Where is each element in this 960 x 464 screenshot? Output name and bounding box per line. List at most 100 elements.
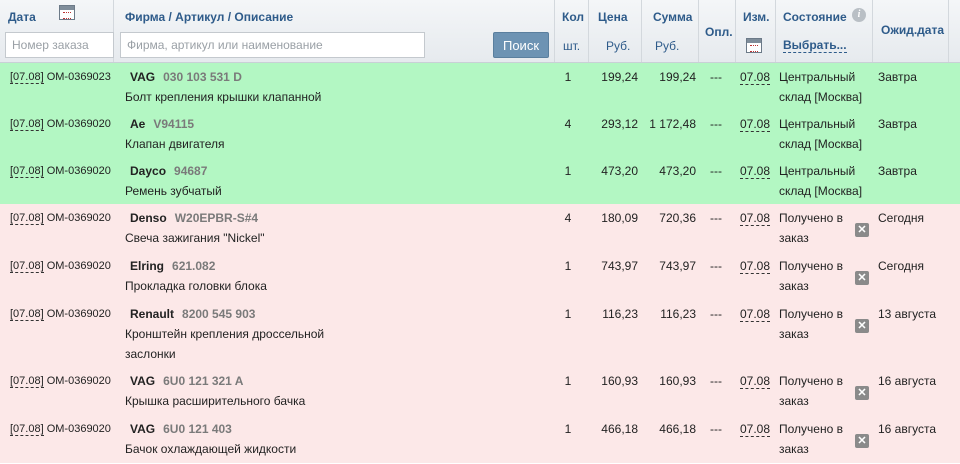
brand-name: Elring <box>130 259 165 273</box>
changed-date-link[interactable]: 07.08 <box>740 117 771 132</box>
state-header[interactable]: Состояние <box>783 10 847 24</box>
quantity: 1 <box>564 164 572 178</box>
expected-date: Завтра <box>878 70 917 84</box>
row-date-link[interactable]: [07.08] <box>10 118 44 131</box>
expected-header[interactable]: Ожид.дата <box>881 23 944 37</box>
article-number[interactable]: 6U0 121 403 <box>163 422 232 436</box>
item-description: Свеча зажигания "Nickel" <box>125 231 265 245</box>
state-line2: склад [Москва] <box>779 137 863 151</box>
orders-table-body: [07.08] OM-0369023 VAG 030 103 531 D Болт… <box>0 63 960 463</box>
article-number[interactable]: 621.082 <box>172 259 215 273</box>
row-date-link[interactable]: [07.08] <box>10 375 44 388</box>
state-line2: заказ <box>779 231 809 245</box>
sum: 116,23 <box>660 307 696 321</box>
row-date-link[interactable]: [07.08] <box>10 260 44 273</box>
quantity: 1 <box>564 70 572 84</box>
item-description: Болт крепления крышки клапанной <box>125 90 322 104</box>
sum: 199,24 <box>659 70 696 84</box>
changed-date-link[interactable]: 07.08 <box>740 164 771 179</box>
search-button[interactable]: Поиск <box>493 32 549 58</box>
row-date-link[interactable]: [07.08] <box>10 423 44 436</box>
article-number[interactable]: 6U0 121 321 A <box>163 374 243 388</box>
article-number[interactable]: 030 103 531 D <box>163 70 242 84</box>
sum-unit: Руб. <box>655 39 680 53</box>
brand-name: VAG <box>130 422 156 436</box>
sum: 743,97 <box>659 259 696 273</box>
sum: 466,18 <box>659 422 696 436</box>
calendar-icon[interactable] <box>746 38 762 53</box>
search-input[interactable] <box>120 32 425 58</box>
state-line2: заказ <box>779 394 809 408</box>
paid-status: --- <box>710 307 722 321</box>
brand-name: VAG <box>130 374 156 388</box>
remove-icon[interactable]: ✕ <box>855 271 869 285</box>
state-line1: Центральный <box>779 70 856 84</box>
order-number: OM-0369020 <box>46 212 111 224</box>
qty-header[interactable]: Кол <box>562 10 584 24</box>
date-header[interactable]: Дата <box>8 10 36 24</box>
remove-icon[interactable]: ✕ <box>855 386 869 400</box>
sum: 1 172,48 <box>649 117 696 131</box>
changed-date-link[interactable]: 07.08 <box>740 307 771 322</box>
state-line1: Центральный <box>779 117 856 131</box>
order-number-input[interactable] <box>5 32 114 58</box>
brand-name: VAG <box>130 70 156 84</box>
table-row: [07.08] OM-0369020 Denso W20EPBR-S#4 Свеч… <box>0 204 960 252</box>
price: 466,18 <box>601 422 638 436</box>
expected-date: 13 августа <box>878 307 937 321</box>
brand-name: Renault <box>130 307 175 321</box>
article-number[interactable]: 94687 <box>174 164 207 178</box>
paid-status: --- <box>710 422 722 436</box>
changed-date-link[interactable]: 07.08 <box>740 70 771 85</box>
quantity: 1 <box>564 307 572 321</box>
article-number[interactable]: V94115 <box>153 117 194 131</box>
calendar-icon[interactable] <box>59 5 75 20</box>
order-number: OM-0369020 <box>46 260 111 272</box>
state-line2: заказ <box>779 327 809 341</box>
price-unit: Руб. <box>606 39 631 53</box>
changed-date-link[interactable]: 07.08 <box>740 259 771 274</box>
sum-header[interactable]: Сумма <box>653 10 692 24</box>
state-line1: Получено в <box>779 211 843 225</box>
changed-date-link[interactable]: 07.08 <box>740 374 771 389</box>
remove-icon[interactable]: ✕ <box>855 223 869 237</box>
remove-icon[interactable]: ✕ <box>855 434 869 448</box>
item-description: Кронштейн крепления дроссельной <box>125 327 325 341</box>
item-description: Крышка расширительного бачка <box>125 394 306 408</box>
table-row: [07.08] OM-0369020 Ae V94115 Клапан двига… <box>0 110 960 157</box>
changed-header[interactable]: Изм. <box>743 10 770 24</box>
row-date-link[interactable]: [07.08] <box>10 71 44 84</box>
paid-status: --- <box>710 117 722 131</box>
price: 293,12 <box>601 117 638 131</box>
article-number[interactable]: 8200 545 903 <box>182 307 255 321</box>
expected-date: Сегодня <box>878 211 924 225</box>
firm-header[interactable]: Фирма / Артикул / Описание <box>125 10 293 24</box>
state-line1: Получено в <box>779 422 843 436</box>
table-row: [07.08] OM-0369020 Elring 621.082 Проклад… <box>0 252 960 300</box>
brand-name: Denso <box>130 211 167 225</box>
price-header[interactable]: Цена <box>598 10 628 24</box>
price: 473,20 <box>601 164 638 178</box>
item-description: Клапан двигателя <box>125 137 225 151</box>
row-date-link[interactable]: [07.08] <box>10 212 44 225</box>
expected-date: 16 августа <box>878 374 937 388</box>
expected-date: Завтра <box>878 117 917 131</box>
sum: 473,20 <box>659 164 696 178</box>
changed-date-link[interactable]: 07.08 <box>740 211 771 226</box>
sum: 720,36 <box>659 211 696 225</box>
item-description: Прокладка головки блока <box>125 279 267 293</box>
paid-status: --- <box>710 211 722 225</box>
table-header: Дата Фирма / Артикул / Описание Поиск Ко… <box>0 0 960 63</box>
row-date-link[interactable]: [07.08] <box>10 308 44 321</box>
item-description: Ремень зубчатый <box>125 184 222 198</box>
paid-status: --- <box>710 70 722 84</box>
order-number: OM-0369023 <box>46 71 111 83</box>
state-filter-select[interactable]: Выбрать... <box>783 39 847 53</box>
article-number[interactable]: W20EPBR-S#4 <box>175 211 258 225</box>
order-number: OM-0369020 <box>46 165 111 177</box>
paid-header[interactable]: Опл. <box>705 25 733 39</box>
info-icon[interactable]: i <box>852 8 866 22</box>
remove-icon[interactable]: ✕ <box>855 319 869 333</box>
changed-date-link[interactable]: 07.08 <box>740 422 771 437</box>
row-date-link[interactable]: [07.08] <box>10 165 44 178</box>
